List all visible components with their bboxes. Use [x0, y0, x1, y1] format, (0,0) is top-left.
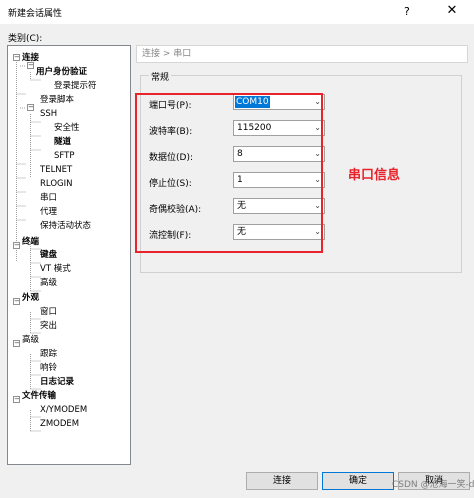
- tree-item-window[interactable]: 窗口: [40, 306, 57, 318]
- tree-item-trace[interactable]: 跟踪: [40, 348, 57, 360]
- collapse-terminal-icon[interactable]: −: [13, 242, 20, 249]
- annotation-text: 串口信息: [348, 168, 401, 183]
- tree-item-bell[interactable]: 响铃: [40, 362, 57, 374]
- tree-item-connection[interactable]: 连接: [22, 52, 39, 64]
- group-title: 常规: [149, 70, 172, 83]
- tree-item-rlogin[interactable]: RLOGIN: [40, 178, 72, 190]
- tree-item-ssh[interactable]: SSH: [40, 108, 57, 120]
- watermark: CSDN @沧海一笑-dj: [392, 480, 474, 490]
- tree-item-serial[interactable]: 串口: [40, 192, 57, 204]
- collapse-ssh-icon[interactable]: −: [27, 104, 34, 111]
- tree-item-keepalive[interactable]: 保持活动状态: [40, 220, 91, 232]
- tree-item-appearance[interactable]: 外观: [22, 292, 39, 304]
- category-tree[interactable]: − − − − − − − 连接 用户身份验证 登录提示符 登录脚本 SSH 安…: [7, 45, 131, 465]
- tree-item-advanced[interactable]: 高级: [22, 334, 39, 346]
- category-label: 类别(C):: [8, 34, 43, 44]
- tree-item-keyboard[interactable]: 键盘: [40, 249, 57, 261]
- annotation-box: [135, 93, 323, 253]
- tree-item-highlight[interactable]: 突出: [40, 320, 57, 332]
- tree-item-vt-mode[interactable]: VT 模式: [40, 263, 71, 275]
- ok-button[interactable]: 确定: [322, 472, 394, 490]
- dialog-body: 类别(C): − − − − − − − 连接 用户身份验证 登录提示符 登录脚…: [0, 24, 474, 498]
- collapse-connection-icon[interactable]: −: [13, 54, 20, 61]
- title-bar: 新建会话属性 ? ✕: [0, 0, 474, 24]
- help-icon[interactable]: ?: [404, 5, 410, 18]
- tree-item-sftp[interactable]: SFTP: [54, 150, 74, 162]
- tree-item-zmodem[interactable]: ZMODEM: [40, 418, 79, 430]
- breadcrumb: 连接 > 串口: [136, 45, 468, 63]
- tree-item-user-auth[interactable]: 用户身份验证: [36, 66, 87, 78]
- tree-item-file-transfer[interactable]: 文件传输: [22, 390, 56, 402]
- tree-item-terminal-advanced[interactable]: 高级: [40, 277, 57, 289]
- tree-item-terminal[interactable]: 终端: [22, 236, 39, 248]
- tree-item-security[interactable]: 安全性: [54, 122, 80, 134]
- tree-item-telnet[interactable]: TELNET: [40, 164, 72, 176]
- connect-button[interactable]: 连接: [246, 472, 318, 490]
- close-icon[interactable]: ✕: [440, 3, 464, 19]
- tree-item-logging[interactable]: 日志记录: [40, 376, 74, 388]
- tree-item-tunnel[interactable]: 隧道: [54, 136, 71, 148]
- tree-item-login-script[interactable]: 登录脚本: [40, 94, 74, 106]
- collapse-file-transfer-icon[interactable]: −: [13, 396, 20, 403]
- tree-item-proxy[interactable]: 代理: [40, 206, 57, 218]
- tree-item-login-prompt[interactable]: 登录提示符: [54, 80, 97, 92]
- window-title: 新建会话属性: [8, 9, 63, 19]
- collapse-advanced-icon[interactable]: −: [13, 340, 20, 347]
- collapse-appearance-icon[interactable]: −: [13, 298, 20, 305]
- tree-item-xymodem[interactable]: X/YMODEM: [40, 404, 87, 416]
